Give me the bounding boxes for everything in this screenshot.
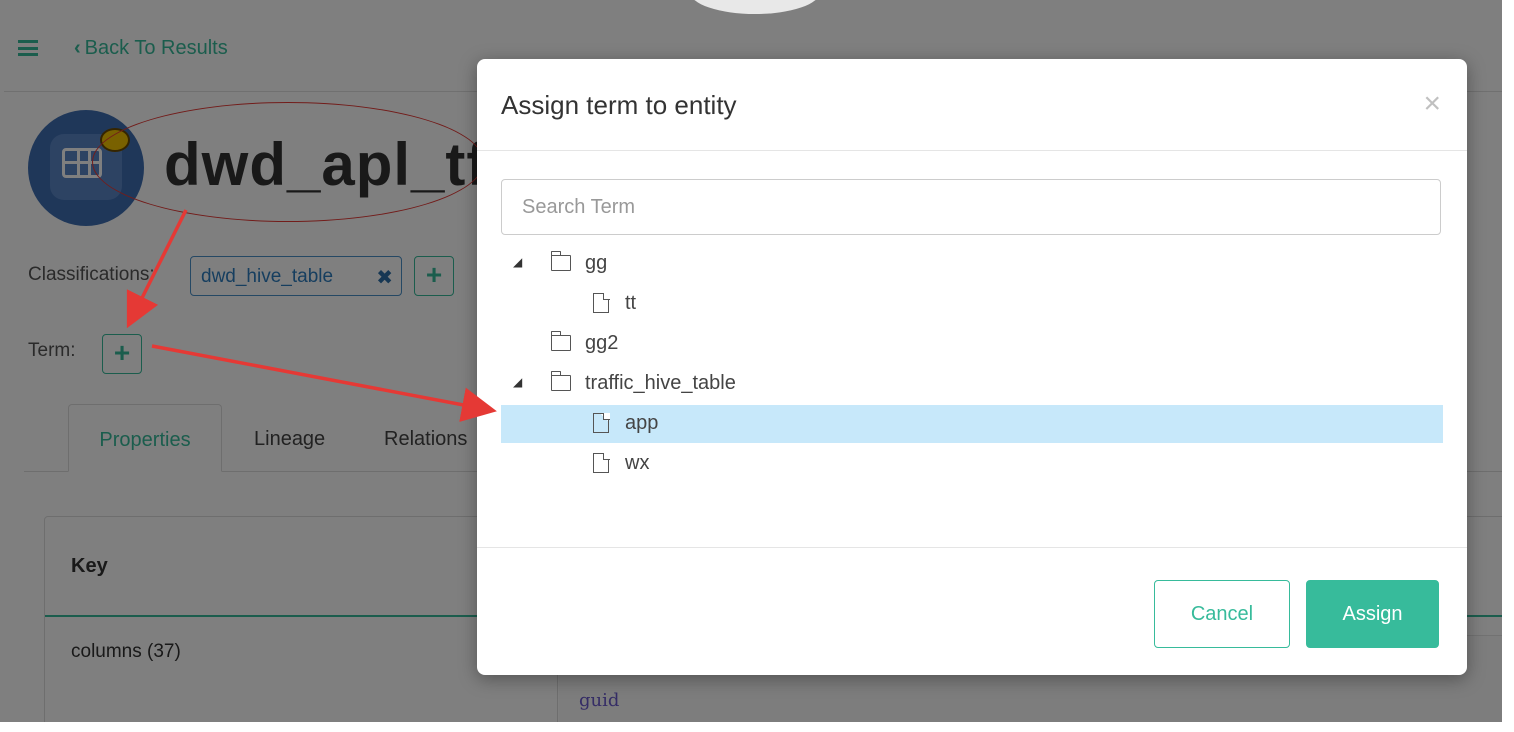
- file-icon: [593, 412, 615, 433]
- expanded-triangle-icon[interactable]: ◢: [513, 255, 522, 269]
- tree-node-gg2[interactable]: gg2: [501, 325, 1443, 363]
- tree-node-gg[interactable]: ◢ gg: [501, 245, 1443, 283]
- cancel-button[interactable]: Cancel: [1154, 580, 1290, 648]
- tree-node-tt[interactable]: tt: [501, 285, 1443, 323]
- tree-node-wx[interactable]: wx: [501, 445, 1443, 483]
- term-tree: ◢ gg tt gg2 ◢ traffic_hive_table app wx: [501, 245, 1443, 545]
- tree-node-label: traffic_hive_table: [585, 372, 736, 394]
- folder-icon: [550, 371, 573, 393]
- folder-icon: [550, 331, 573, 353]
- assign-button[interactable]: Assign: [1306, 580, 1439, 648]
- close-icon[interactable]: ×: [1423, 89, 1441, 119]
- modal-footer: Cancel Assign: [477, 547, 1467, 675]
- tree-node-label: gg2: [585, 332, 619, 354]
- tree-node-label: gg: [585, 252, 608, 274]
- folder-icon: [550, 251, 573, 273]
- tree-node-label: app: [625, 412, 659, 434]
- expanded-triangle-icon[interactable]: ◢: [513, 375, 522, 389]
- tree-node-label: wx: [625, 452, 650, 474]
- assign-term-modal: Assign term to entity × ◢ gg tt gg2 ◢ tr…: [477, 59, 1467, 675]
- search-term-input[interactable]: [501, 179, 1441, 235]
- file-icon: [593, 292, 615, 313]
- file-icon: [593, 452, 615, 473]
- modal-title: Assign term to entity: [501, 90, 737, 120]
- modal-header: Assign term to entity ×: [477, 59, 1467, 151]
- tree-node-traffic-hive-table[interactable]: ◢ traffic_hive_table: [501, 365, 1443, 403]
- tree-node-app[interactable]: app: [501, 405, 1443, 443]
- tree-node-label: tt: [625, 292, 637, 314]
